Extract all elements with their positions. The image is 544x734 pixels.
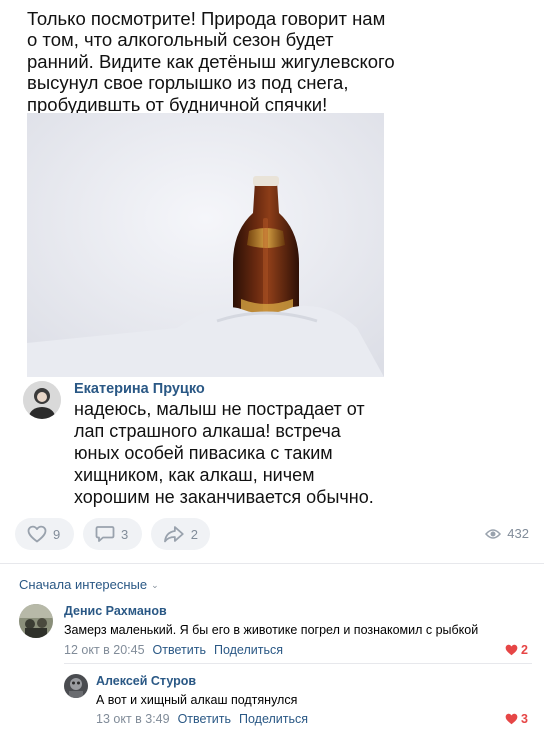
- like-count: 9: [53, 526, 61, 542]
- comment-count: 3: [121, 526, 129, 542]
- post-text-line: ранний. Видите как детёныш жигулевского: [27, 50, 395, 72]
- avatar[interactable]: [19, 604, 53, 638]
- comment-like-count: 2: [521, 643, 528, 657]
- post-photo[interactable]: [27, 113, 384, 377]
- comment-author[interactable]: Алексей Стуров: [96, 674, 196, 688]
- avatar[interactable]: [64, 674, 88, 698]
- post-text-line: о том, что алкогольный сезон будет: [27, 29, 334, 51]
- chevron-down-icon: ⌄: [151, 580, 159, 590]
- share-count: 2: [190, 526, 198, 542]
- embedded-comment: Екатерина Пруцко надеюсь, малыш не постр…: [20, 377, 390, 507]
- comment-text-line: хищником, как алкаш, ничем: [74, 465, 315, 485]
- views-count: 432: [507, 526, 529, 541]
- comment-button[interactable]: 3: [83, 518, 142, 550]
- like-button[interactable]: 9: [15, 518, 74, 550]
- comment-date[interactable]: 12 окт в 20:45: [64, 643, 145, 657]
- comment-text-line: надеюсь, малыш не пострадает от: [74, 399, 365, 419]
- comments-sort-dropdown[interactable]: Сначала интересные ⌄: [19, 577, 159, 592]
- share-icon: [164, 526, 184, 543]
- eye-icon: [485, 528, 502, 539]
- heart-filled-icon: [505, 713, 518, 725]
- comment-author: Екатерина Пруцко: [74, 381, 205, 397]
- comment-text: надеюсь, малыш не пострадает от лап стра…: [74, 398, 384, 508]
- comment-icon: [95, 526, 115, 542]
- comment-meta: 13 окт в 3:49 Ответить Поделиться: [96, 712, 308, 726]
- comment-date[interactable]: 13 окт в 3:49: [96, 712, 170, 726]
- bottle-in-snow-image: [27, 113, 384, 377]
- comment-text-line: лап страшного алкаша! встреча: [74, 421, 341, 441]
- comment-author[interactable]: Денис Рахманов: [64, 604, 167, 618]
- post-actions: 9 3 2 432: [15, 518, 535, 550]
- sort-label: Сначала интересные: [19, 577, 148, 592]
- heart-filled-icon: [505, 644, 518, 656]
- comment-text-line: юных особей пивасика с таким: [74, 443, 333, 463]
- avatar: [23, 381, 61, 419]
- share-link[interactable]: Поделиться: [239, 712, 308, 726]
- comment-text-line: хорошим не заканчивается обычно.: [74, 487, 374, 507]
- share-link[interactable]: Поделиться: [214, 643, 283, 657]
- reply-link[interactable]: Ответить: [178, 712, 231, 726]
- divider: [64, 663, 532, 664]
- divider: [0, 563, 544, 564]
- comment-item: Денис Рахманов Замерз маленький. Я бы ег…: [0, 600, 544, 660]
- comment-meta: 12 окт в 20:45 Ответить Поделиться: [64, 643, 283, 657]
- post-text-line: Только посмотрите! Природа говорит нам: [27, 8, 386, 29]
- comment-like-button[interactable]: 2: [505, 643, 528, 657]
- reply-link[interactable]: Ответить: [153, 643, 206, 657]
- post-text-line: пробудившть от будничной спячки!: [27, 93, 328, 115]
- comment-text: Замерз маленький. Я бы его в животике по…: [64, 623, 479, 637]
- post-text-line: высунул свое горлышко из под снега,: [27, 72, 349, 94]
- comment-like-button[interactable]: 3: [505, 712, 528, 726]
- heart-icon: [27, 525, 47, 543]
- comment-like-count: 3: [521, 712, 528, 726]
- comment-reply-item: Алексей Стуров А вот и хищный алкаш подт…: [0, 670, 544, 730]
- views-counter: 432: [485, 526, 529, 541]
- post-text: Только посмотрите! Природа говорит нам о…: [27, 8, 407, 115]
- share-button[interactable]: 2: [151, 518, 210, 550]
- comment-text: А вот и хищный алкаш подтянулся: [96, 693, 298, 707]
